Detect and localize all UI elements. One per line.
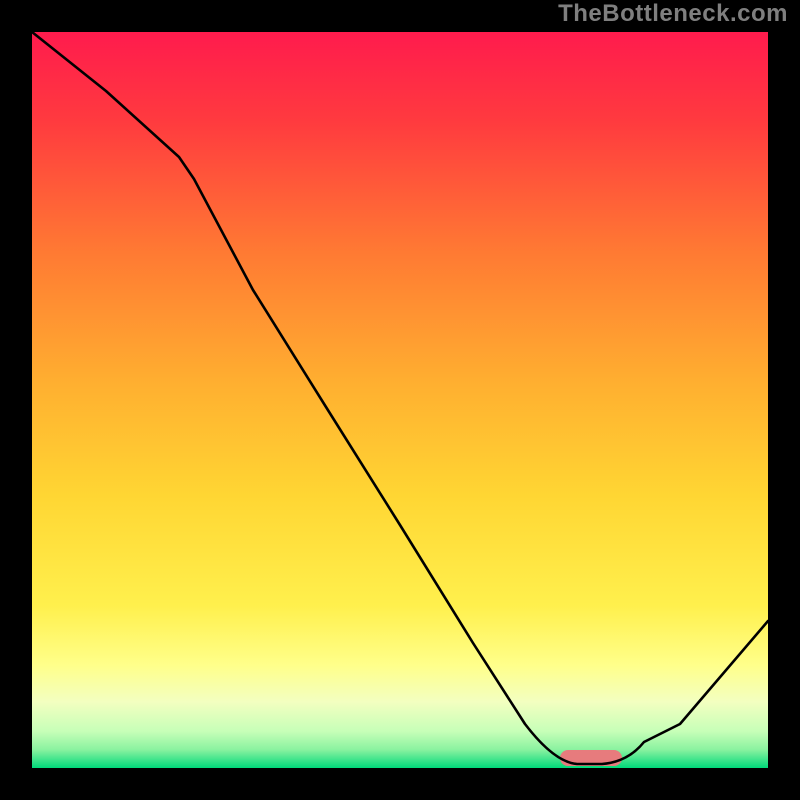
bottleneck-chart bbox=[32, 32, 768, 768]
watermark-text: TheBottleneck.com bbox=[558, 0, 788, 28]
gradient-background bbox=[32, 32, 768, 768]
chart-frame: TheBottleneck.com bbox=[0, 0, 800, 800]
